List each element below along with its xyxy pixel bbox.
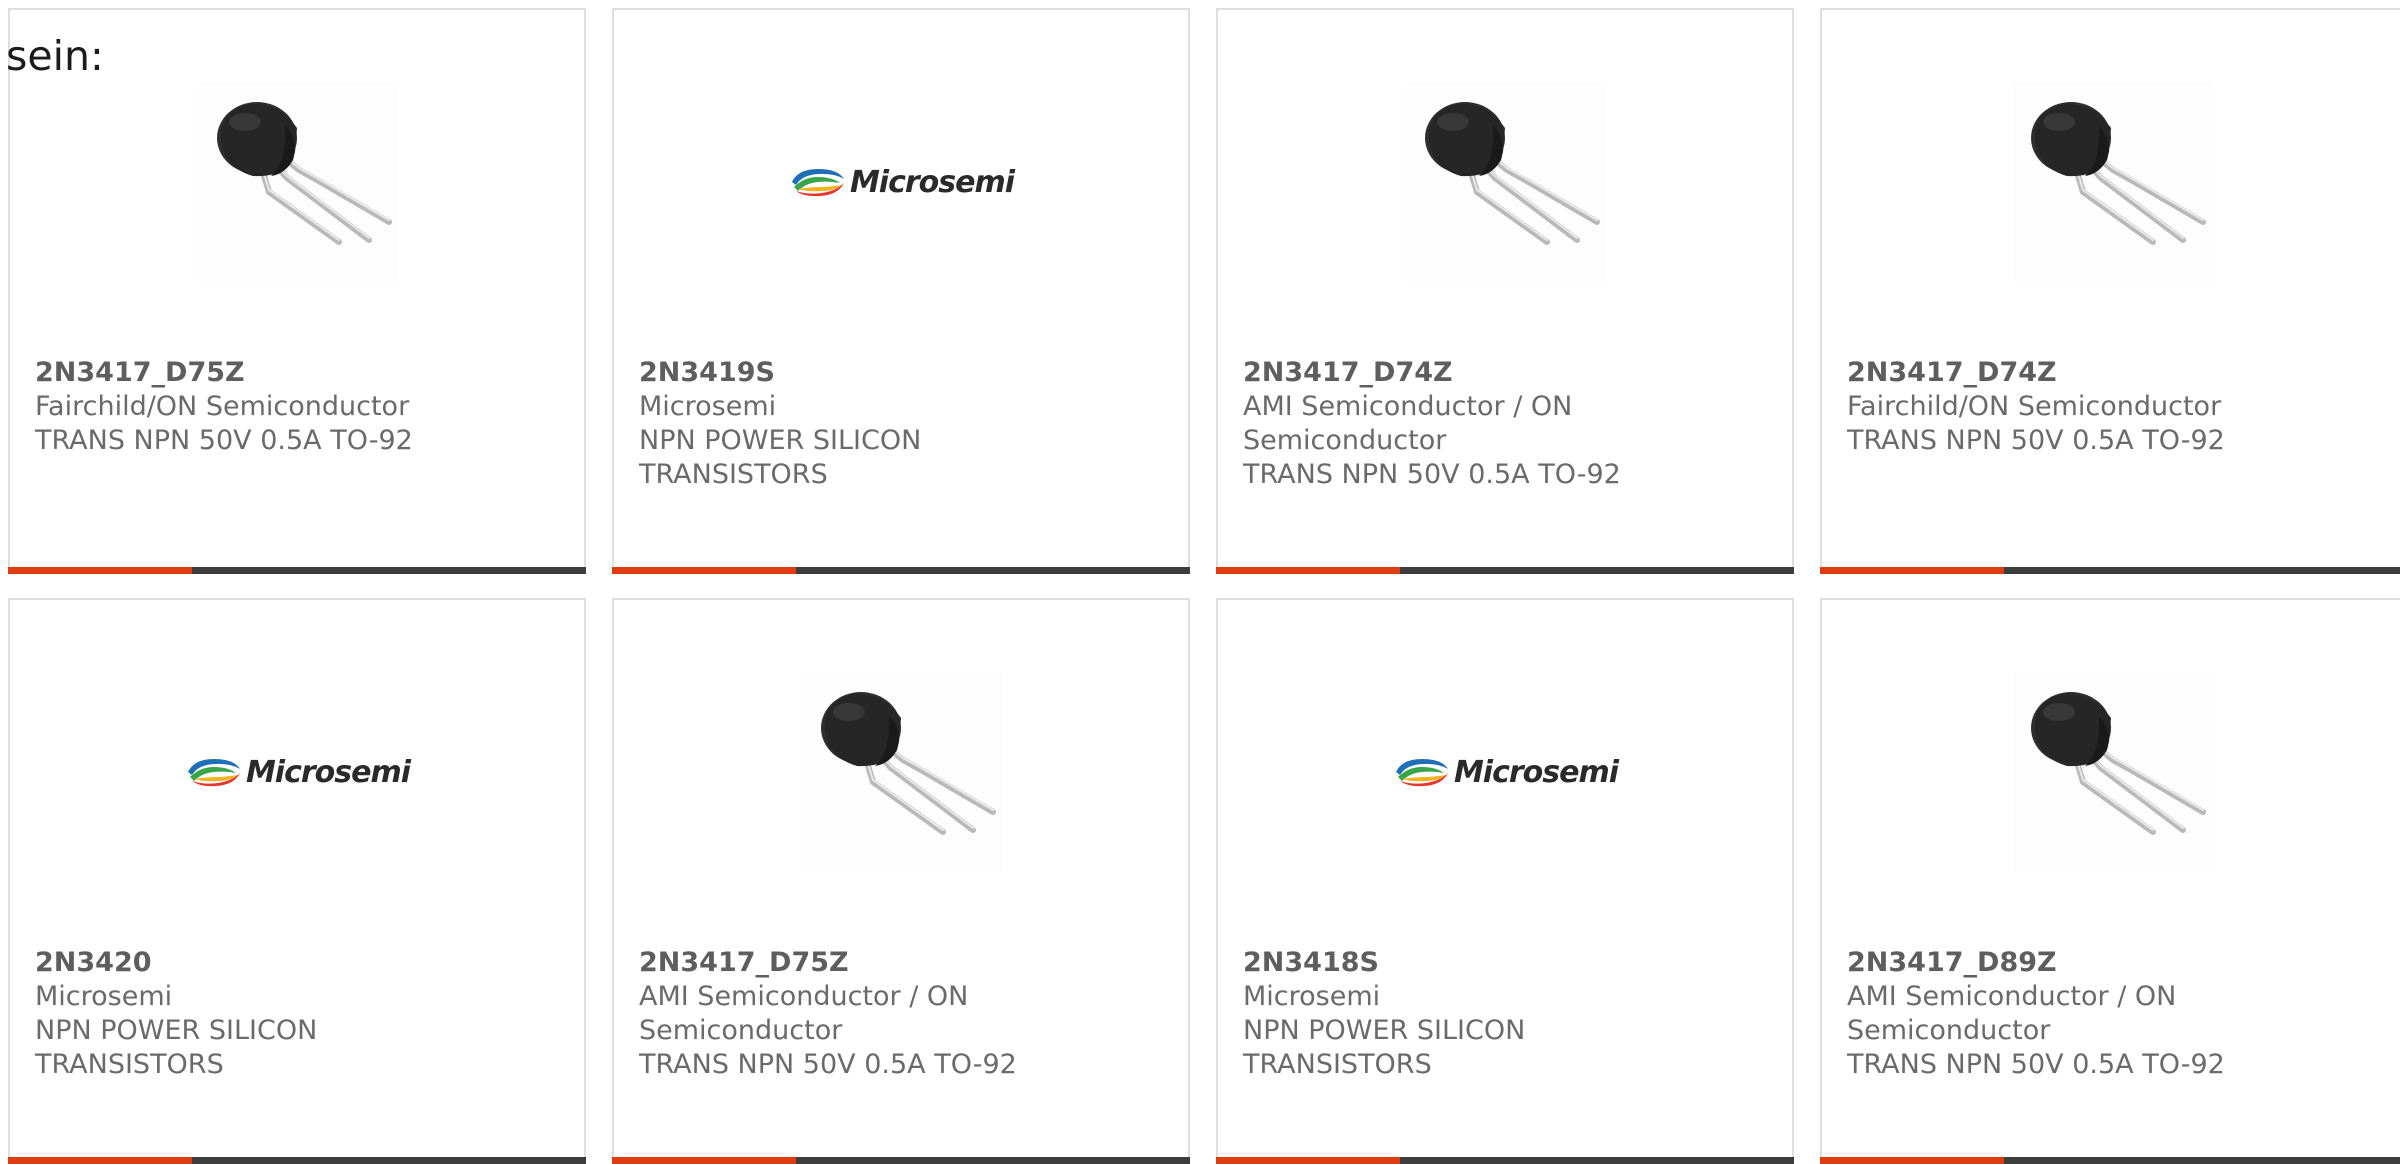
product-info: 2N3417_D75Z AMI Semiconductor / ON Semic… bbox=[639, 946, 1019, 1082]
product-info: 2N3417_D74Z Fairchild/ON Semiconductor T… bbox=[1847, 356, 2227, 458]
description: TRANS NPN 50V 0.5A TO-92 bbox=[1243, 459, 1621, 490]
product-image bbox=[614, 666, 1188, 878]
microsemi-logo: Microsemi bbox=[1392, 755, 1619, 790]
product-image bbox=[1822, 666, 2400, 878]
description: TRANS NPN 50V 0.5A TO-92 bbox=[35, 425, 413, 456]
product-image: Microsemi bbox=[10, 666, 584, 878]
part-number[interactable]: 2N3417_D75Z bbox=[35, 356, 415, 390]
card-bottom-bar bbox=[8, 1157, 586, 1164]
transistor-icon bbox=[199, 82, 399, 282]
description: TRANS NPN 50V 0.5A TO-92 bbox=[639, 1049, 1017, 1080]
transistor-icon bbox=[2013, 672, 2213, 872]
page-heading: sein: bbox=[6, 32, 104, 80]
manufacturer: AMI Semiconductor / ON Semiconductor bbox=[639, 981, 969, 1046]
product-info: 2N3417_D89Z AMI Semiconductor / ON Semic… bbox=[1847, 946, 2227, 1082]
card-accent-bar bbox=[8, 1157, 192, 1164]
part-number[interactable]: 2N3419S bbox=[639, 356, 1019, 390]
description: TRANS NPN 50V 0.5A TO-92 bbox=[1847, 425, 2225, 456]
product-info: 2N3420 Microsemi NPN POWER SILICON TRANS… bbox=[35, 946, 415, 1082]
description: NPN POWER SILICON TRANSISTORS bbox=[639, 425, 922, 490]
product-info: 2N3419S Microsemi NPN POWER SILICON TRAN… bbox=[639, 356, 1019, 492]
card-bottom-bar bbox=[612, 1157, 1190, 1164]
card-accent-bar bbox=[1216, 1157, 1400, 1164]
product-card[interactable]: 2N3417_D75Z AMI Semiconductor / ON Semic… bbox=[612, 598, 1190, 1164]
product-image bbox=[1822, 76, 2400, 288]
card-accent-bar bbox=[1820, 1157, 2004, 1164]
transistor-icon bbox=[2013, 82, 2213, 282]
product-card[interactable]: 2N3417_D74Z Fairchild/ON Semiconductor T… bbox=[1820, 8, 2400, 574]
part-number[interactable]: 2N3420 bbox=[35, 946, 415, 980]
card-accent-bar bbox=[1216, 567, 1400, 574]
manufacturer: Fairchild/ON Semiconductor bbox=[35, 391, 410, 422]
microsemi-logo: Microsemi bbox=[788, 165, 1015, 200]
product-grid: 2N3417_D75Z Fairchild/ON Semiconductor T… bbox=[0, 0, 2400, 1164]
card-accent-bar bbox=[8, 567, 192, 574]
description: TRANS NPN 50V 0.5A TO-92 bbox=[1847, 1049, 2225, 1080]
part-number[interactable]: 2N3417_D74Z bbox=[1243, 356, 1623, 390]
product-info: 2N3418S Microsemi NPN POWER SILICON TRAN… bbox=[1243, 946, 1623, 1082]
product-image bbox=[10, 76, 584, 288]
product-card[interactable]: 2N3417_D75Z Fairchild/ON Semiconductor T… bbox=[8, 8, 586, 574]
description: NPN POWER SILICON TRANSISTORS bbox=[35, 1015, 318, 1080]
product-card[interactable]: Microsemi 2N3419S Microsemi NPN POWER SI… bbox=[612, 8, 1190, 574]
part-number[interactable]: 2N3417_D89Z bbox=[1847, 946, 2227, 980]
description: NPN POWER SILICON TRANSISTORS bbox=[1243, 1015, 1526, 1080]
manufacturer: Microsemi bbox=[639, 391, 777, 422]
card-bottom-bar bbox=[1216, 1157, 1794, 1164]
part-number[interactable]: 2N3417_D75Z bbox=[639, 946, 1019, 980]
card-bottom-bar bbox=[8, 567, 586, 574]
microsemi-logo: Microsemi bbox=[184, 755, 411, 790]
product-image bbox=[1218, 76, 1792, 288]
product-card[interactable]: Microsemi 2N3418S Microsemi NPN POWER SI… bbox=[1216, 598, 1794, 1164]
part-number[interactable]: 2N3417_D74Z bbox=[1847, 356, 2227, 390]
card-bottom-bar bbox=[1820, 1157, 2400, 1164]
manufacturer: AMI Semiconductor / ON Semiconductor bbox=[1243, 391, 1573, 456]
product-info: 2N3417_D74Z AMI Semiconductor / ON Semic… bbox=[1243, 356, 1623, 492]
transistor-icon bbox=[803, 672, 1003, 872]
card-bottom-bar bbox=[1820, 567, 2400, 574]
product-card[interactable]: Microsemi 2N3420 Microsemi NPN POWER SIL… bbox=[8, 598, 586, 1164]
card-accent-bar bbox=[612, 1157, 796, 1164]
card-accent-bar bbox=[612, 567, 796, 574]
product-info: 2N3417_D75Z Fairchild/ON Semiconductor T… bbox=[35, 356, 415, 458]
product-card[interactable]: 2N3417_D74Z AMI Semiconductor / ON Semic… bbox=[1216, 8, 1794, 574]
manufacturer: Microsemi bbox=[1243, 981, 1381, 1012]
product-image: Microsemi bbox=[1218, 666, 1792, 878]
manufacturer: Fairchild/ON Semiconductor bbox=[1847, 391, 2222, 422]
part-number[interactable]: 2N3418S bbox=[1243, 946, 1623, 980]
card-bottom-bar bbox=[1216, 567, 1794, 574]
manufacturer: Microsemi bbox=[35, 981, 173, 1012]
manufacturer: AMI Semiconductor / ON Semiconductor bbox=[1847, 981, 2177, 1046]
product-image: Microsemi bbox=[614, 76, 1188, 288]
transistor-icon bbox=[1407, 82, 1607, 282]
card-accent-bar bbox=[1820, 567, 2004, 574]
product-card[interactable]: 2N3417_D89Z AMI Semiconductor / ON Semic… bbox=[1820, 598, 2400, 1164]
card-bottom-bar bbox=[612, 567, 1190, 574]
